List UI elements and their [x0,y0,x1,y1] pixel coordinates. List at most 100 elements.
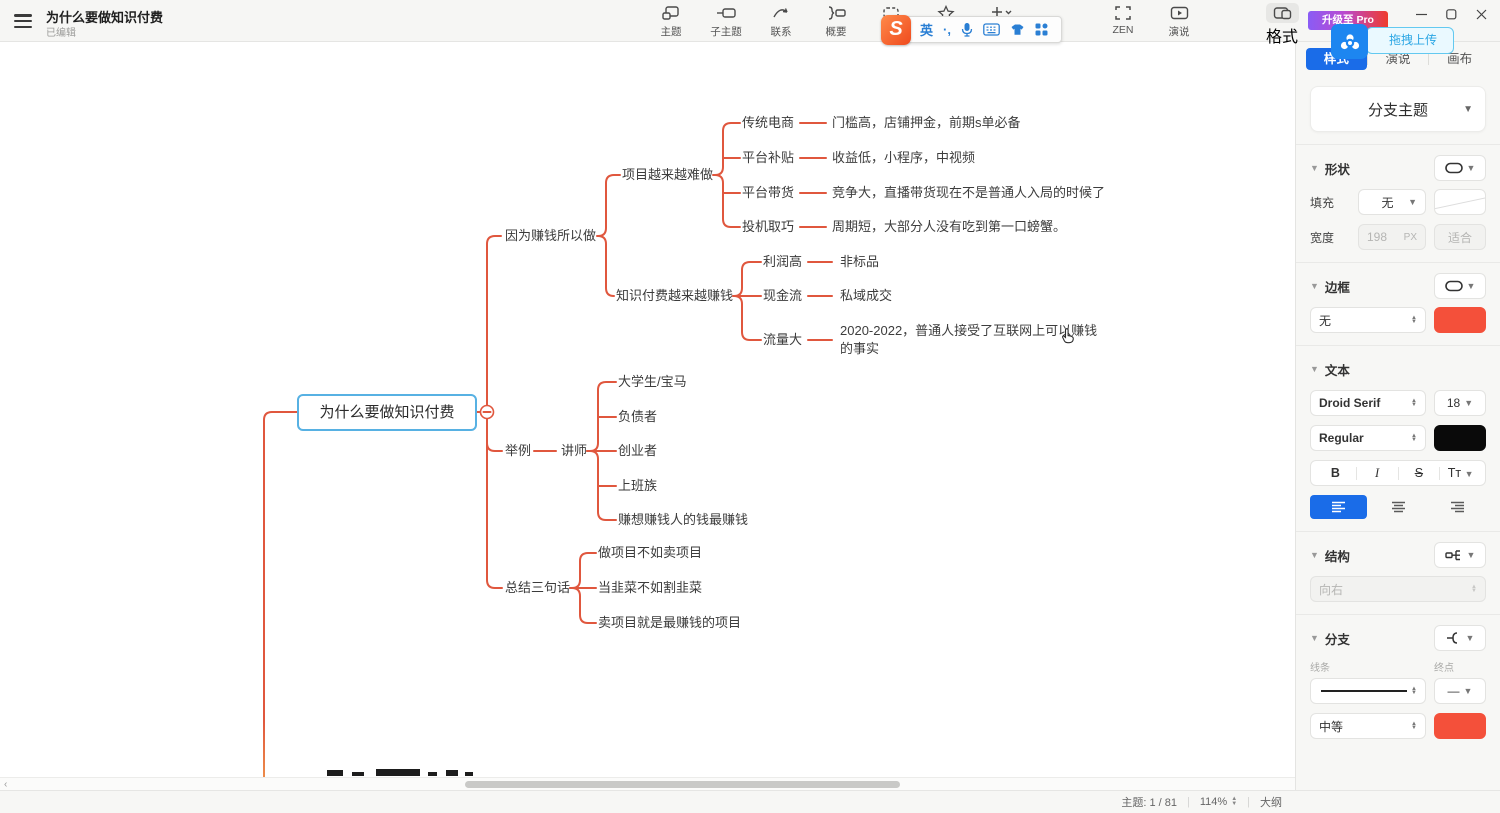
branch-color-swatch[interactable] [1434,713,1486,739]
topic-b2-1-5[interactable]: 赚想赚钱人的钱最赚钱 [618,511,748,529]
font-size-dropdown[interactable]: 18▼ [1434,390,1486,416]
topic-b1-1-3-detail[interactable]: 竞争大，直播带货现在不是普通人入局的时候了 [832,184,1105,202]
topic-b2-1-1[interactable]: 大学生/宝马 [618,373,687,391]
border-width-spinner[interactable]: 无 ▲▼ [1310,307,1426,333]
topic-b2[interactable]: 举例 [505,442,531,460]
font-family-spinner[interactable]: Droid Serif ▲▼ [1310,390,1426,416]
shape-style-dropdown[interactable]: ▼ [1434,155,1486,181]
zoom-spinner-icon[interactable]: ▲▼ [1231,797,1237,807]
spinner-icon[interactable]: ▲▼ [1411,722,1417,731]
toolbar-relation-button[interactable]: 联系 [762,3,800,39]
topic-b2-1[interactable]: 讲师 [561,442,587,460]
italic-button[interactable]: I [1357,466,1398,481]
topic-b1-2-3[interactable]: 流量大 [763,331,802,349]
spinner-icon: ▲▼ [1471,585,1477,594]
width-input[interactable]: 198 PX [1358,224,1426,250]
topic-b1-2[interactable]: 知识付费越来越赚钱 [616,287,733,305]
root-topic[interactable]: 为什么要做知识付费 [297,394,477,431]
topic-b2-1-2[interactable]: 负债者 [618,408,657,426]
topic-b1[interactable]: 因为赚钱所以做 [505,227,596,245]
line-width-spinner[interactable]: 中等 ▲▼ [1310,713,1426,739]
topic-b3-3[interactable]: 卖项目就是最赚钱的项目 [598,614,741,632]
toolbar-summary-button[interactable]: 概要 [817,3,855,39]
bold-button[interactable]: B [1315,466,1356,480]
text-case-dropdown[interactable]: Tт ▼ [1440,466,1481,480]
zen-mode-button[interactable]: ZEN [1104,3,1142,39]
toolbar-subtopic-button[interactable]: 子主题 [707,3,745,39]
topic-b1-2-1[interactable]: 利润高 [763,253,802,271]
topic-b1-1-1-detail[interactable]: 门槛高，店铺押金，前期s单必备 [832,114,1021,132]
font-color-swatch[interactable] [1434,425,1486,451]
topic-b3[interactable]: 总结三句话 [505,579,570,597]
collapse-chevron-icon[interactable]: ▼ [1310,364,1319,374]
close-button[interactable] [1466,0,1496,28]
spinner-icon[interactable]: ▲▼ [1411,316,1417,325]
sogou-logo-icon[interactable]: S [881,15,911,45]
endpoint-dropdown[interactable]: —▼ [1434,678,1486,704]
topic-count: 主题: 1 / 81 [1121,794,1177,810]
topic-b1-1-1[interactable]: 传统电商 [742,114,794,132]
strikethrough-button[interactable]: S [1399,466,1440,480]
topic-b1-1-4-detail[interactable]: 周期短，大部分人没有吃到第一口螃蟹。 [832,218,1066,236]
collapse-toggle[interactable] [481,406,494,419]
collapse-chevron-icon[interactable]: ▼ [1310,550,1319,560]
branch-style-dropdown[interactable]: ▼ [1434,625,1486,651]
ime-keyboard-icon[interactable] [983,23,1000,36]
collapse-chevron-icon[interactable]: ▼ [1310,633,1319,643]
menu-icon[interactable] [12,11,34,31]
scrollbar-thumb[interactable] [465,781,900,788]
font-weight-spinner[interactable]: Regular ▲▼ [1310,425,1426,451]
collapse-chevron-icon[interactable]: ▼ [1310,281,1319,291]
section-border: ▼ 边框 ▼ [1310,273,1486,299]
collapse-chevron-icon[interactable]: ▼ [1310,163,1319,173]
window-controls [1406,0,1496,28]
align-center-button[interactable] [1370,495,1427,519]
ime-toolbox-icon[interactable] [1035,23,1048,36]
topic-b1-1[interactable]: 项目越来越难做 [622,166,713,184]
topic-b2-1-4[interactable]: 上班族 [618,477,657,495]
topic-b1-2-2[interactable]: 现金流 [763,287,802,305]
topic-type-selector[interactable]: 分支主题 ▼ [1310,86,1486,132]
align-right-button[interactable] [1429,495,1486,519]
present-button[interactable]: 演说 [1160,3,1198,39]
align-left-icon [1331,501,1346,513]
topic-b1-2-1-detail[interactable]: 非标品 [840,253,879,271]
topic-b1-2-2-detail[interactable]: 私域成交 [840,287,892,305]
topic-b1-1-2-detail[interactable]: 收益低，小程序，中视频 [832,149,975,167]
fit-button[interactable]: 适合 [1434,224,1486,250]
zoom-control[interactable]: 114% ▲▼ [1200,796,1237,808]
ime-punctuation-toggle[interactable]: ·, [943,22,951,37]
topic-b2-1-3[interactable]: 创业者 [618,442,657,460]
ime-skin-icon[interactable] [1010,23,1025,36]
spinner-icon[interactable]: ▲▼ [1411,434,1417,443]
maximize-button[interactable] [1436,0,1466,28]
minimize-button[interactable] [1406,0,1436,28]
ime-mic-icon[interactable] [961,22,973,37]
spinner-icon[interactable]: ▲▼ [1411,399,1417,408]
mindmap-canvas[interactable]: 为什么要做知识付费 因为赚钱所以做 项目越来越难做 传统电商 门槛高，店铺押金，… [0,42,1295,777]
spinner-icon[interactable]: ▲▼ [1411,687,1417,696]
horizontal-scrollbar[interactable]: ‹ [0,777,1295,790]
format-icon [1266,3,1299,23]
border-color-swatch[interactable] [1434,307,1486,333]
topic-b3-1[interactable]: 做项目不如卖项目 [598,544,702,562]
outline-button[interactable]: 大纲 [1260,794,1282,810]
chevron-down-icon: ▼ [1463,104,1473,115]
clipped-text-fragment [465,772,473,776]
ime-language-toggle[interactable]: 英 [920,20,933,39]
format-panel: 样式 演说 画布 分支主题 ▼ ▼ 形状 ▼ 填充 无▼ [1295,42,1500,790]
structure-direction-spinner[interactable]: 向右 ▲▼ [1310,576,1486,602]
structure-type-dropdown[interactable]: ▼ [1434,542,1486,568]
line-style-spinner[interactable]: ▲▼ [1310,678,1426,704]
topic-b1-1-3[interactable]: 平台带货 [742,184,794,202]
fill-dropdown[interactable]: 无▼ [1358,189,1426,215]
format-button[interactable]: 格式 [1262,3,1302,47]
topic-b1-1-2[interactable]: 平台补贴 [742,149,794,167]
toolbar-topic-button[interactable]: 主题 [652,3,690,39]
netdisk-upload-icon[interactable] [1331,24,1368,59]
topic-b3-2[interactable]: 当韭菜不如割韭菜 [598,579,702,597]
topic-b1-1-4[interactable]: 投机取巧 [742,218,794,236]
border-style-dropdown[interactable]: ▼ [1434,273,1486,299]
align-left-button[interactable] [1310,495,1367,519]
fill-color-swatch[interactable] [1434,189,1486,215]
